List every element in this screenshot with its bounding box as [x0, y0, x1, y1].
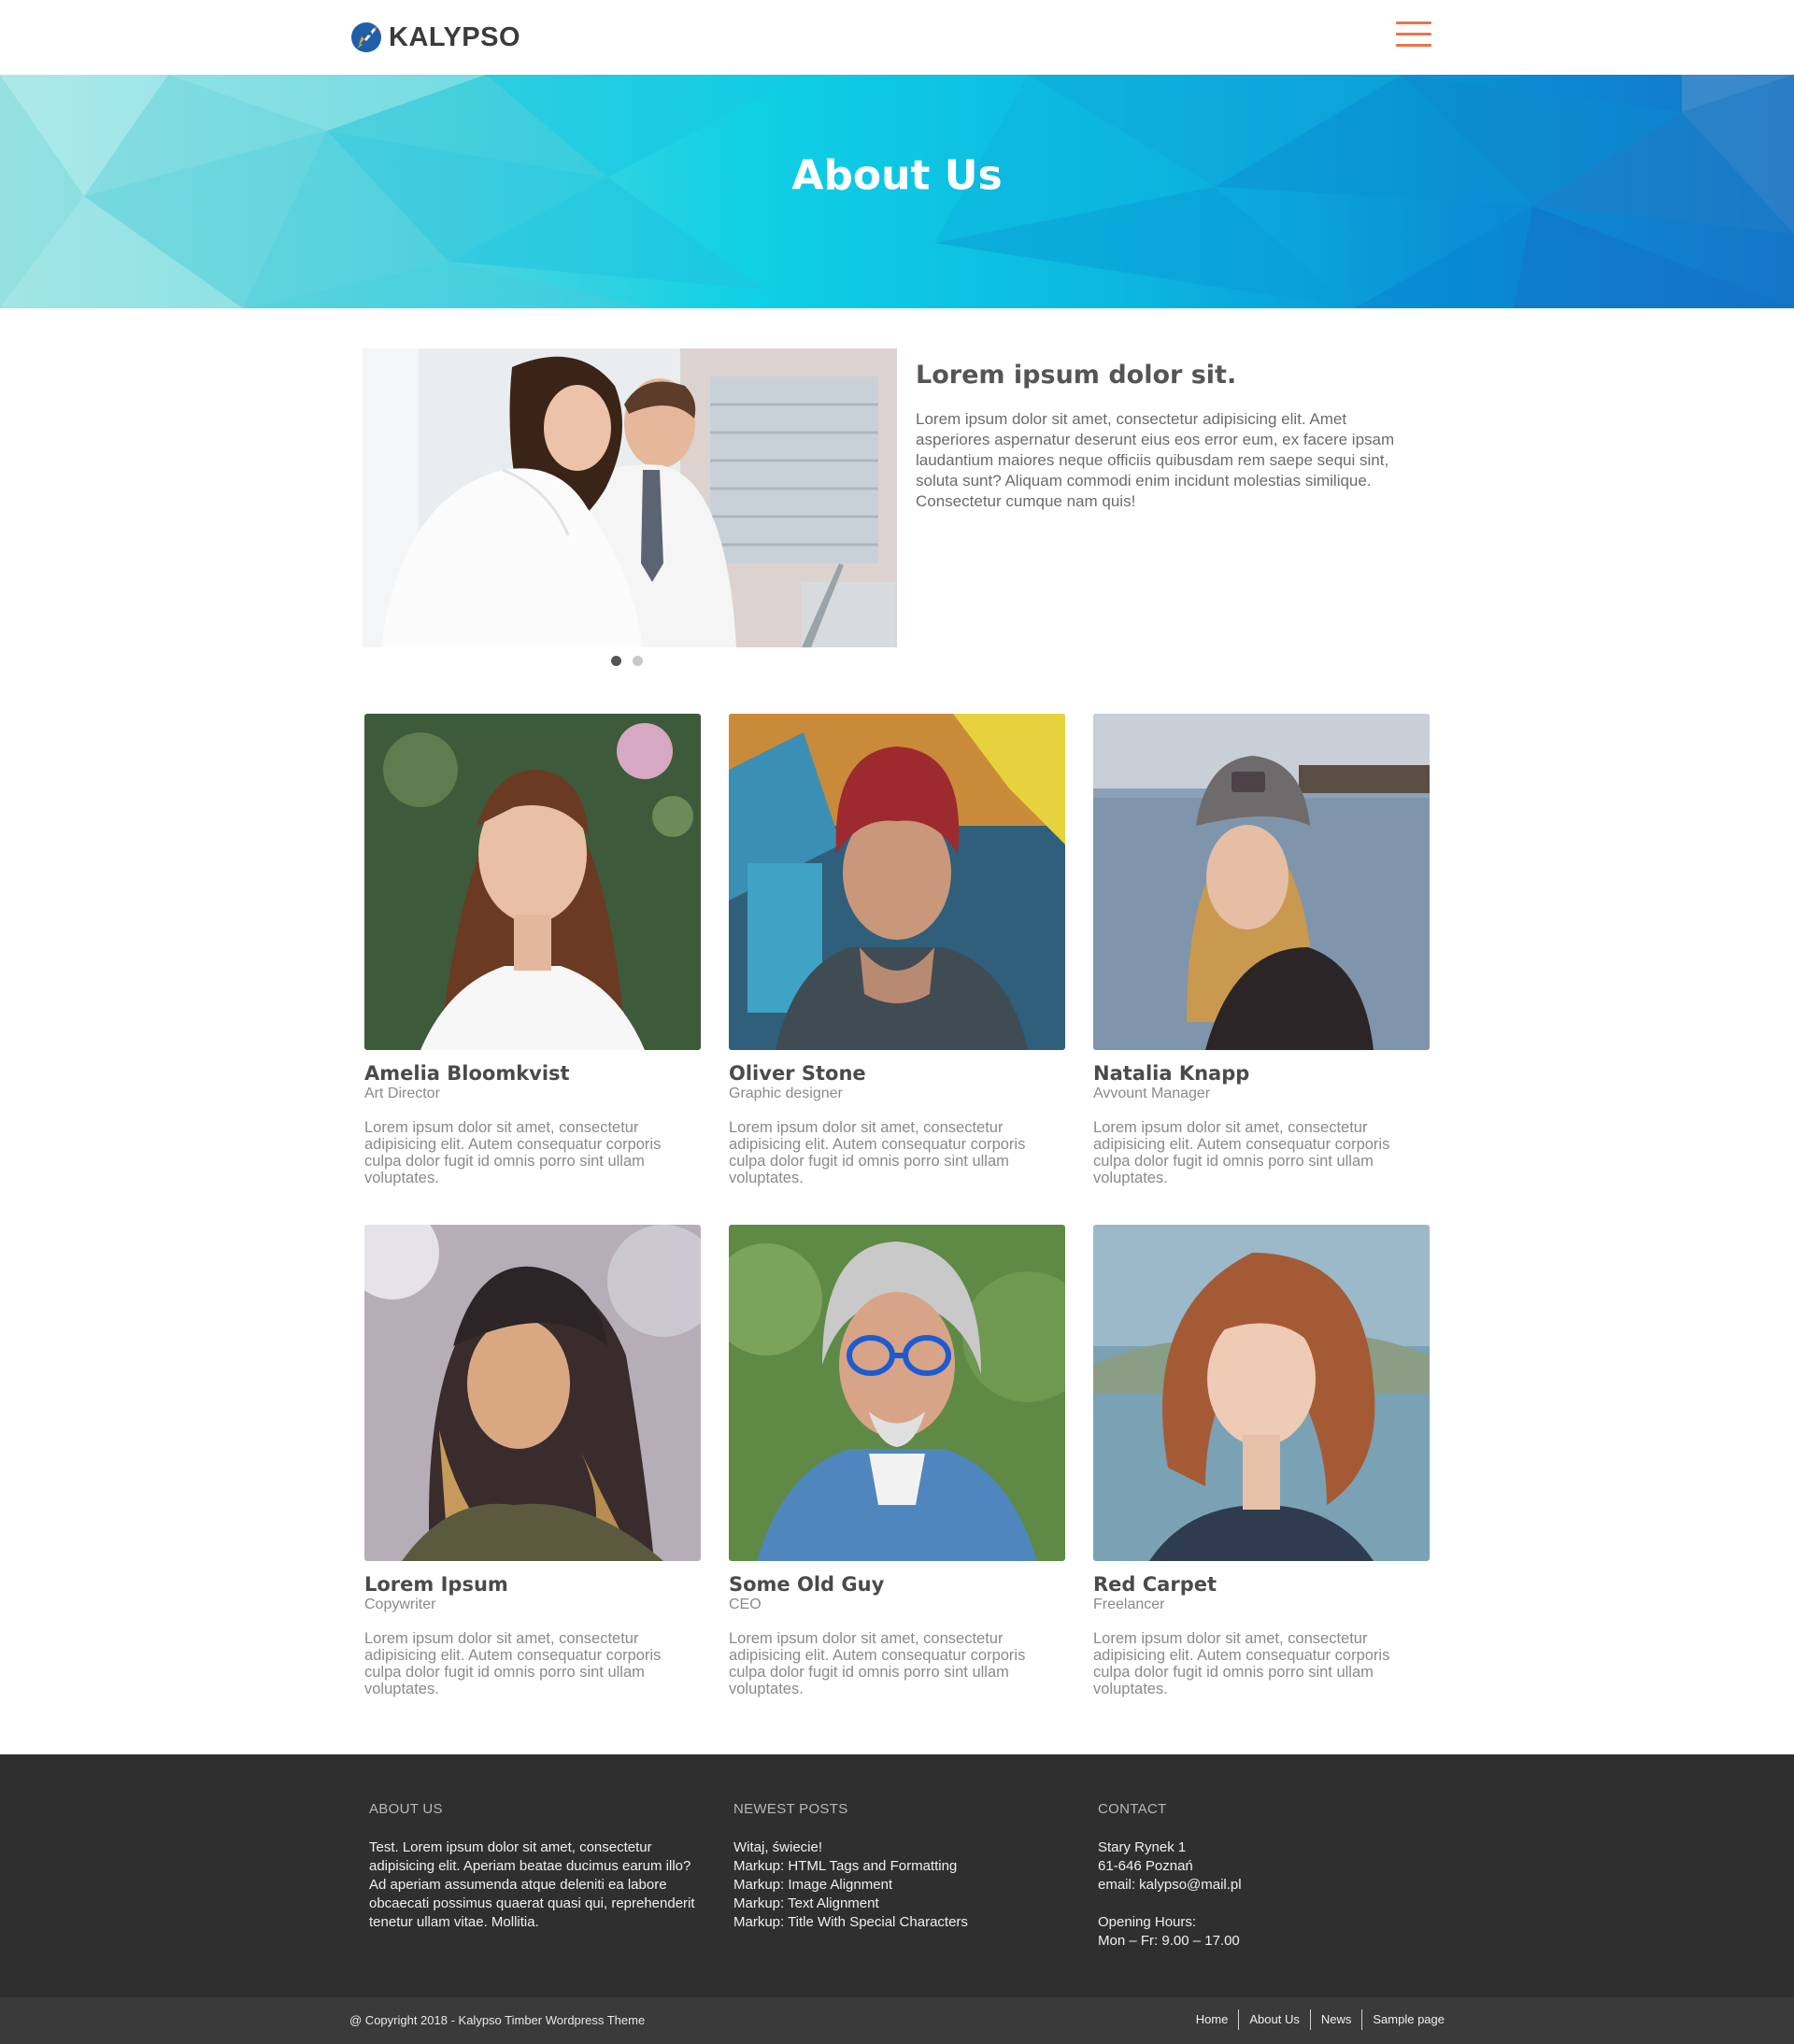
post-link[interactable]: Markup: Image Alignment — [733, 1876, 1070, 1895]
footer-nav-sample-page[interactable]: Sample page — [1361, 2009, 1445, 2030]
hero-banner: About Us — [0, 75, 1794, 308]
footer-nav-home[interactable]: Home — [1186, 2009, 1239, 2030]
intro-text: Lorem ipsum dolor sit amet, consectetur … — [916, 410, 1395, 510]
team-member-role: Copywriter — [364, 1597, 436, 1612]
team-member-bio: Lorem ipsum dolor sit amet, consectetur … — [364, 1119, 662, 1186]
intro-heading: Lorem ipsum dolor sit. — [916, 361, 1237, 390]
team-member-role: Art Director — [364, 1086, 440, 1101]
footer-nav: Home About Us News Sample page — [1186, 2009, 1445, 2030]
team-member-photo[interactable] — [364, 1225, 701, 1561]
site-logo[interactable]: KALYPSO — [349, 17, 520, 58]
team-member-bio: Lorem ipsum dolor sit amet, consectetur … — [729, 1630, 1026, 1697]
team-member-role: CEO — [729, 1597, 762, 1612]
post-link[interactable]: Markup: HTML Tags and Formatting — [733, 1857, 1070, 1876]
footer-about: ABOUT US Test. Lorem ipsum dolor sit ame… — [369, 1801, 705, 1932]
office-couple-photo — [363, 348, 897, 647]
team-member-bio: Lorem ipsum dolor sit amet, consectetur … — [364, 1630, 662, 1697]
team-member-name: Oliver Stone — [729, 1062, 866, 1085]
team-card: Natalia Knapp Avvount Manager Lorem ipsu… — [1093, 714, 1430, 1186]
team-member-photo[interactable] — [729, 714, 1065, 1050]
post-link[interactable]: Markup: Text Alignment — [733, 1895, 1070, 1913]
team-member-bio: Lorem ipsum dolor sit amet, consectetur … — [1093, 1630, 1390, 1697]
team-card: Oliver Stone Graphic designer Lorem ipsu… — [729, 714, 1065, 1186]
site-footer: ABOUT US Test. Lorem ipsum dolor sit ame… — [0, 1754, 1794, 1997]
post-link[interactable]: Witaj, świecie! — [733, 1838, 1070, 1857]
rocket-logo-icon — [351, 22, 381, 52]
footer-contact-heading: CONTACT — [1098, 1801, 1167, 1817]
contact-street: Stary Rynek 1 — [1098, 1839, 1187, 1855]
team-member-bio: Lorem ipsum dolor sit amet, consectetur … — [729, 1119, 1026, 1186]
team-member-bio: Lorem ipsum dolor sit amet, consectetur … — [1093, 1119, 1390, 1186]
contact-city: 61-646 Poznań — [1098, 1858, 1193, 1874]
team-member-name: Lorem Ipsum — [364, 1573, 508, 1596]
team-card: Some Old Guy CEO Lorem ipsum dolor sit a… — [729, 1225, 1065, 1697]
footer-contact: CONTACT Stary Rynek 1 61-646 Poznań emai… — [1098, 1801, 1434, 1951]
hamburger-menu-icon[interactable] — [1396, 21, 1431, 49]
page-title: About Us — [791, 151, 1003, 200]
team-member-name: Natalia Knapp — [1093, 1062, 1250, 1085]
slider-dot-1[interactable] — [611, 656, 621, 666]
copyright-text: @ Copyright 2018 - Kalypso Timber Wordpr… — [349, 2013, 646, 2027]
team-card: Red Carpet Freelancer Lorem ipsum dolor … — [1093, 1225, 1430, 1697]
contact-hours-label: Opening Hours: — [1098, 1914, 1197, 1930]
team-member-role: Freelancer — [1093, 1597, 1165, 1612]
footer-about-heading: ABOUT US — [369, 1801, 443, 1817]
footer-about-text: Test. Lorem ipsum dolor sit amet, consec… — [369, 1839, 695, 1930]
bottom-bar: @ Copyright 2018 - Kalypso Timber Wordpr… — [0, 1997, 1794, 2044]
team-member-name: Some Old Guy — [729, 1573, 885, 1596]
footer-nav-news[interactable]: News — [1309, 2009, 1362, 2030]
slider-dots — [611, 656, 643, 666]
team-member-role: Graphic designer — [729, 1086, 843, 1101]
team-member-photo[interactable] — [364, 714, 701, 1050]
slider-dot-2[interactable] — [633, 656, 643, 666]
team-member-name: Red Carpet — [1093, 1573, 1217, 1596]
footer-nav-about-us[interactable]: About Us — [1238, 2009, 1309, 2030]
footer-posts-list: Witaj, świecie! Markup: HTML Tags and Fo… — [733, 1838, 1070, 1932]
post-link[interactable]: Markup: Title With Special Characters — [733, 1913, 1070, 1932]
team-member-role: Avvount Manager — [1093, 1086, 1211, 1101]
brand-name: KALYPSO — [389, 21, 521, 52]
team-member-photo[interactable] — [729, 1225, 1065, 1561]
team-member-photo[interactable] — [1093, 1225, 1430, 1561]
contact-hours: Mon – Fr: 9.00 – 17.00 — [1098, 1933, 1240, 1949]
site-header: KALYPSO — [0, 0, 1794, 75]
team-member-photo[interactable] — [1093, 714, 1430, 1050]
footer-posts-heading: NEWEST POSTS — [733, 1801, 848, 1817]
intro-image-slider[interactable] — [363, 348, 897, 647]
team-member-name: Amelia Bloomkvist — [364, 1062, 570, 1085]
footer-posts: NEWEST POSTS Witaj, świecie! Markup: HTM… — [733, 1801, 1070, 1932]
contact-email[interactable]: email: kalypso@mail.pl — [1098, 1876, 1434, 1895]
team-card: Lorem Ipsum Copywriter Lorem ipsum dolor… — [364, 1225, 701, 1697]
footer-contact-body: Stary Rynek 1 61-646 Poznań email: kalyp… — [1098, 1838, 1434, 1951]
team-card: Amelia Bloomkvist Art Director Lorem ips… — [364, 714, 701, 1186]
